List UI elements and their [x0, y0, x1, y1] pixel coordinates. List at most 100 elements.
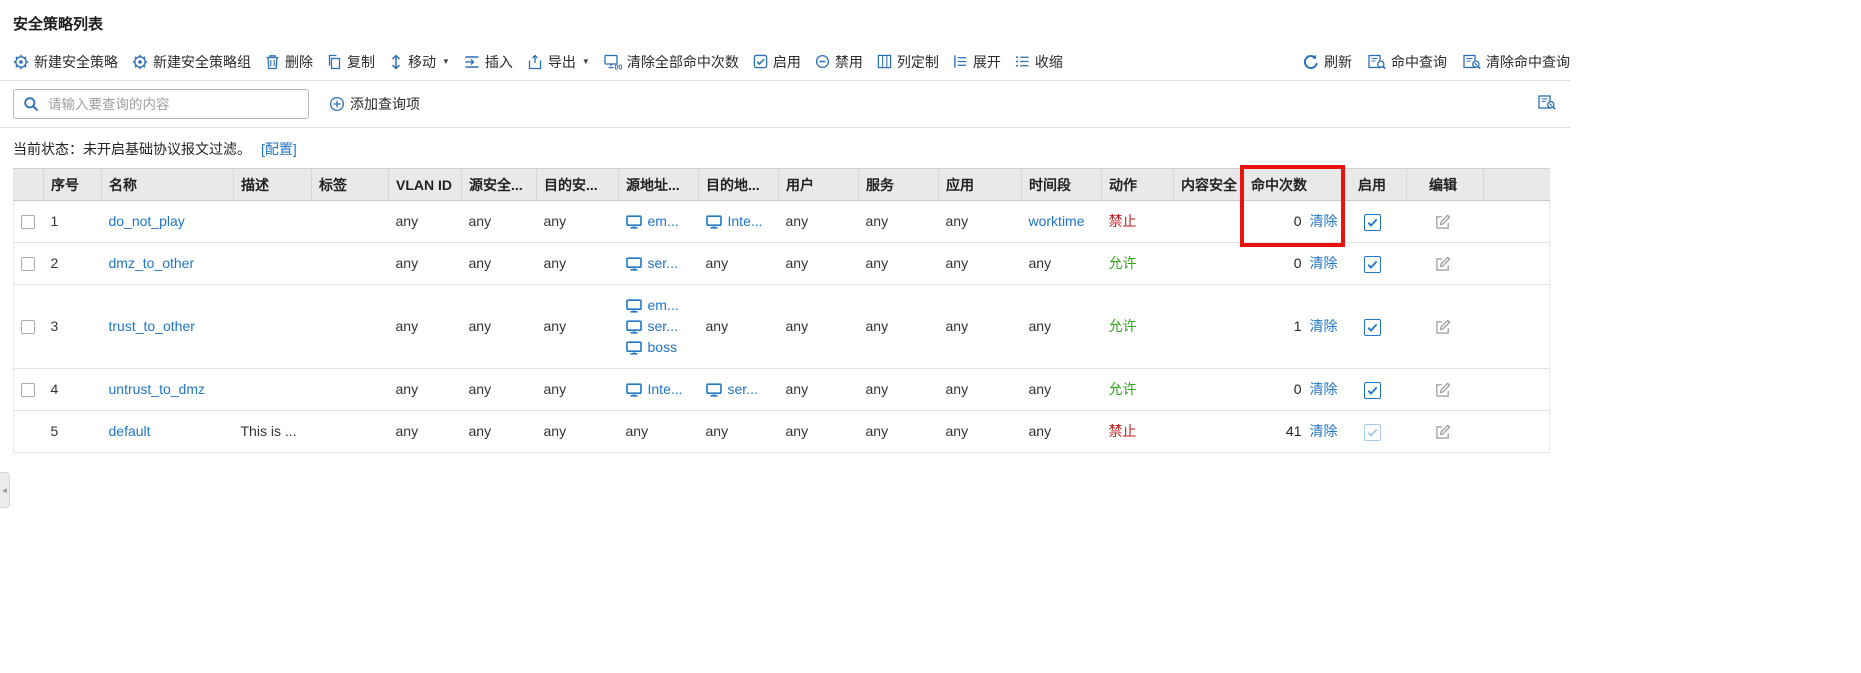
- col-header-hits[interactable]: 命中次数: [1244, 169, 1342, 201]
- toolbar-clear-all-hits-button[interactable]: 00清除全部命中次数: [604, 52, 739, 72]
- row-checkbox[interactable]: [21, 320, 35, 334]
- enable-checkbox[interactable]: [1364, 319, 1381, 336]
- address-object-link[interactable]: ser...: [728, 379, 758, 400]
- desc-cell: [234, 369, 312, 411]
- toolbar-refresh-button[interactable]: 刷新: [1303, 52, 1352, 72]
- clear-hits-link[interactable]: 清除: [1310, 255, 1338, 271]
- col-header-name[interactable]: 名称: [102, 169, 234, 201]
- search-box[interactable]: [13, 89, 309, 119]
- toolbar-disable-button[interactable]: 禁用: [815, 52, 863, 72]
- edit-icon[interactable]: [1435, 424, 1451, 440]
- toolbar-expand-button[interactable]: 展开: [953, 52, 1001, 72]
- clear-hits-link[interactable]: 清除: [1310, 423, 1338, 439]
- address-item[interactable]: Inte...: [706, 211, 775, 232]
- collapse-panel-handle[interactable]: ◄: [0, 472, 10, 508]
- enable-checkbox[interactable]: [1364, 214, 1381, 231]
- row-checkbox[interactable]: [21, 257, 35, 271]
- policy-row-do_not_play: 1do_not_playanyanyanyem...Inte...anyanya…: [14, 201, 1550, 243]
- col-header-tag[interactable]: 标签: [312, 169, 389, 201]
- col-header-app[interactable]: 应用: [939, 169, 1022, 201]
- edit-icon[interactable]: [1435, 382, 1451, 398]
- filler-cell: [1484, 201, 1550, 243]
- enabled-cell: [1342, 411, 1407, 453]
- address-item[interactable]: ser...: [626, 253, 695, 274]
- expand-icon: [953, 54, 968, 69]
- toolbar-column-customize-button[interactable]: 列定制: [877, 52, 939, 72]
- address-object-link[interactable]: Inte...: [728, 211, 763, 232]
- col-header-dst_zone[interactable]: 目的安...: [537, 169, 619, 201]
- search-input[interactable]: [46, 96, 299, 113]
- col-header-dst_addr[interactable]: 目的地...: [699, 169, 779, 201]
- filler-cell: [1484, 243, 1550, 285]
- toolbar-button-label: 移动: [408, 52, 436, 72]
- clear-hits-link[interactable]: 清除: [1310, 318, 1338, 334]
- col-header-schedule[interactable]: 时间段: [1022, 169, 1102, 201]
- edit-icon[interactable]: [1435, 214, 1451, 230]
- enable-checkbox[interactable]: [1364, 382, 1381, 399]
- toolbar-enable-button[interactable]: 启用: [753, 52, 801, 72]
- app-cell: any: [939, 369, 1022, 411]
- col-header-edit[interactable]: 编辑: [1407, 169, 1484, 201]
- col-header-src_zone[interactable]: 源安全...: [462, 169, 537, 201]
- address-any-value: any: [706, 421, 729, 442]
- col-header-vlan[interactable]: VLAN ID: [389, 169, 462, 201]
- col-header-service[interactable]: 服务: [859, 169, 939, 201]
- advanced-hit-search-icon[interactable]: [1538, 95, 1556, 114]
- address-object-link[interactable]: em...: [648, 211, 679, 232]
- col-header-user[interactable]: 用户: [779, 169, 859, 201]
- toolbar-button-label: 清除全部命中次数: [627, 52, 739, 72]
- toolbar-hit-query-button[interactable]: 命中查询: [1368, 52, 1447, 72]
- col-header-src_addr[interactable]: 源地址...: [619, 169, 699, 201]
- col-header-num[interactable]: 序号: [44, 169, 102, 201]
- policy-name-link[interactable]: dmz_to_other: [109, 255, 195, 271]
- policy-name-link[interactable]: do_not_play: [109, 213, 185, 229]
- policy-name-link[interactable]: trust_to_other: [109, 318, 195, 334]
- col-header-content[interactable]: 内容安全: [1174, 169, 1244, 201]
- address-item[interactable]: em...: [626, 211, 695, 232]
- toolbar-clear-hit-query-button[interactable]: 清除命中查询: [1463, 52, 1570, 72]
- toolbar-move-button[interactable]: 移动▼: [389, 52, 450, 72]
- table-header-row: 序号名称描述标签VLAN ID源安全...目的安...源地址...目的地...用…: [14, 169, 1550, 201]
- clear-hits-link[interactable]: 清除: [1310, 213, 1338, 229]
- address-item[interactable]: ser...: [626, 316, 695, 337]
- address-object-link[interactable]: ser...: [648, 316, 678, 337]
- toolbar-collapse-button[interactable]: 收缩: [1015, 52, 1063, 72]
- address-item[interactable]: Inte...: [626, 379, 695, 400]
- address-item[interactable]: ser...: [706, 379, 775, 400]
- col-header-desc[interactable]: 描述: [234, 169, 312, 201]
- enable-checkbox[interactable]: [1364, 256, 1381, 273]
- address-object-link[interactable]: em...: [648, 295, 679, 316]
- toolbar-new-policy-button[interactable]: 新建安全策略: [13, 52, 118, 72]
- config-link[interactable]: [配置]: [261, 141, 297, 157]
- address-item: any: [706, 316, 775, 337]
- edit-icon[interactable]: [1435, 319, 1451, 335]
- address-object-link[interactable]: ser...: [648, 253, 678, 274]
- address-object-link[interactable]: Inte...: [648, 379, 683, 400]
- toolbar-copy-button[interactable]: 复制: [327, 52, 375, 72]
- address-item[interactable]: em...: [626, 295, 695, 316]
- add-query-button[interactable]: 添加查询项: [329, 94, 420, 114]
- toolbar-delete-button[interactable]: 删除: [265, 52, 313, 72]
- enable-checkbox[interactable]: [1364, 424, 1381, 441]
- address-object-link[interactable]: boss: [648, 337, 678, 358]
- policy-name-link[interactable]: untrust_to_dmz: [109, 381, 206, 397]
- row-checkbox[interactable]: [21, 215, 35, 229]
- security-policy-page: 安全策略列表 新建安全策略新建安全策略组删除复制移动▼插入导出▼00清除全部命中…: [0, 0, 1861, 673]
- row-checkbox[interactable]: [21, 383, 35, 397]
- toolbar-new-policy-group-button[interactable]: 新建安全策略组: [132, 52, 251, 72]
- search-row: 添加查询项: [0, 81, 1570, 128]
- schedule-value[interactable]: worktime: [1029, 213, 1085, 229]
- src_addr-cell: em...: [619, 201, 699, 243]
- address-item[interactable]: boss: [626, 337, 695, 358]
- service-cell: any: [859, 201, 939, 243]
- address-item: any: [626, 421, 695, 442]
- edit-icon[interactable]: [1435, 256, 1451, 272]
- user-cell: any: [779, 201, 859, 243]
- toolbar-insert-button[interactable]: 插入: [464, 52, 513, 72]
- hit-count-value: 41: [1286, 423, 1302, 439]
- clear-hits-link[interactable]: 清除: [1310, 381, 1338, 397]
- toolbar-export-button[interactable]: 导出▼: [527, 52, 590, 72]
- col-header-enabled[interactable]: 启用: [1342, 169, 1407, 201]
- col-header-action[interactable]: 动作: [1102, 169, 1174, 201]
- policy-name-link[interactable]: default: [109, 423, 151, 439]
